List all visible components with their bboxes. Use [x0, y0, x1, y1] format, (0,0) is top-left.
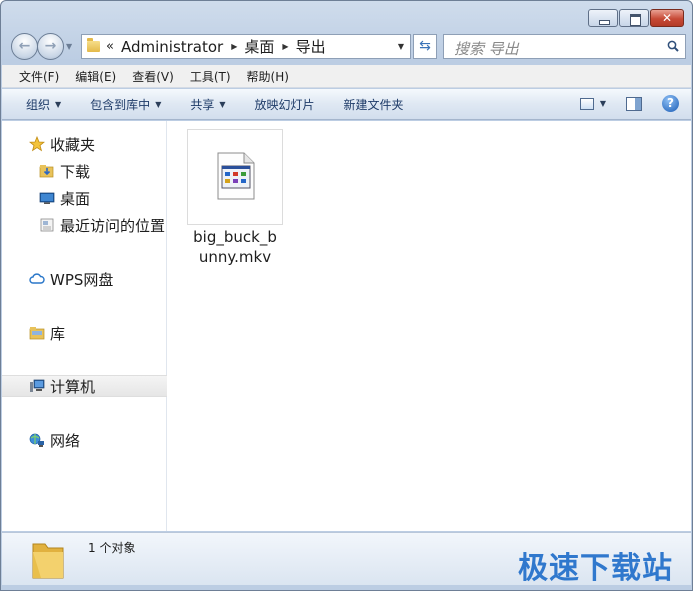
forward-button[interactable]: →: [37, 33, 64, 60]
maximize-button[interactable]: [619, 9, 649, 27]
chevron-down-icon: ▼: [55, 99, 62, 109]
star-icon: [29, 136, 45, 152]
share-label: 共享: [190, 97, 215, 112]
media-file-icon: [217, 152, 255, 200]
new-folder-button[interactable]: 新建文件夹: [344, 96, 404, 113]
navigation-pane: 收藏夹 下载 桌面 最近访问的位置 WPS网盘 库 计算机 网络: [2, 121, 167, 531]
nav-network-label: 网络: [50, 431, 81, 450]
breadcrumb-separator-icon[interactable]: ▶: [231, 42, 237, 51]
chevron-down-icon: ▼: [219, 99, 226, 109]
slideshow-label: 放映幻灯片: [254, 97, 315, 112]
nav-desktop[interactable]: 桌面: [2, 187, 167, 209]
file-name[interactable]: big_buck_b unny.mkv: [170, 227, 300, 267]
include-library-button[interactable]: 包含到库中 ▼: [90, 96, 161, 113]
menu-bar: 文件(F) 编辑(E) 查看(V) 工具(T) 帮助(H): [2, 65, 691, 88]
status-item-count: 1 个对象: [88, 541, 136, 555]
breadcrumb-export[interactable]: 导出: [296, 36, 326, 57]
computer-icon: [30, 379, 45, 392]
nav-computer-label: 计算机: [50, 377, 96, 396]
desktop-icon: [39, 192, 55, 204]
search-input[interactable]: 搜索 导出: [454, 38, 519, 59]
menu-tools[interactable]: 工具(T): [182, 68, 239, 85]
organize-label: 组织: [26, 97, 51, 112]
nav-downloads[interactable]: 下载: [2, 160, 167, 182]
preview-pane-icon[interactable]: [626, 96, 642, 111]
address-bar[interactable]: « Administrator ▶ 桌面 ▶ 导出 ▼: [81, 34, 411, 59]
folder-icon: [87, 38, 100, 52]
address-overflow[interactable]: «: [106, 39, 114, 54]
content-area: 收藏夹 下载 桌面 最近访问的位置 WPS网盘 库 计算机 网络 big_buc…: [2, 121, 691, 531]
back-button[interactable]: ←: [11, 33, 38, 60]
breadcrumb-administrator[interactable]: Administrator: [121, 38, 223, 56]
new-folder-label: 新建文件夹: [343, 97, 404, 112]
menu-view[interactable]: 查看(V): [124, 68, 182, 85]
breadcrumb-desktop[interactable]: 桌面: [244, 36, 274, 57]
nav-wps-label: WPS网盘: [50, 270, 114, 289]
refresh-icon: ⇆: [419, 38, 431, 54]
view-controls: ▼ ?: [579, 95, 679, 112]
nav-desktop-label: 桌面: [60, 189, 91, 208]
menu-file[interactable]: 文件(F): [2, 68, 67, 85]
nav-network[interactable]: 网络: [2, 429, 167, 451]
minimize-button[interactable]: [588, 9, 618, 27]
slideshow-button[interactable]: 放映幻灯片: [255, 96, 315, 113]
nav-libraries[interactable]: 库: [2, 322, 167, 344]
search-box[interactable]: 搜索 导出: [443, 34, 686, 59]
menu-help[interactable]: 帮助(H): [239, 68, 297, 85]
help-icon[interactable]: ?: [662, 95, 679, 112]
file-item[interactable]: [187, 129, 283, 225]
explorer-window: ← → ▼ « Administrator ▶ 桌面 ▶ 导出 ▼ ⇆ 搜索 导…: [0, 0, 693, 591]
nav-libraries-label: 库: [50, 324, 66, 343]
refresh-button[interactable]: ⇆: [413, 34, 437, 59]
view-dropdown-icon[interactable]: ▼: [600, 99, 606, 108]
menu-edit[interactable]: 编辑(E): [67, 68, 124, 85]
file-name-line-2: unny.mkv: [198, 248, 272, 266]
cloud-icon: [29, 273, 45, 284]
status-bar: 1 个对象 极速下载站: [2, 532, 691, 586]
search-icon[interactable]: [667, 40, 679, 52]
nav-computer[interactable]: 计算机: [2, 375, 167, 397]
change-view-icon[interactable]: [579, 97, 594, 110]
downloads-folder-icon: [39, 165, 54, 178]
watermark-logo: 极速下载站: [518, 551, 673, 586]
nav-recent-label: 最近访问的位置: [60, 216, 166, 235]
caption-buttons: [587, 9, 684, 27]
nav-recent[interactable]: 最近访问的位置: [2, 214, 167, 236]
folder-icon: [32, 543, 64, 579]
command-bar: 组织 ▼ 包含到库中 ▼ 共享 ▼ 放映幻灯片 新建文件夹 ▼ ?: [2, 89, 691, 120]
nav-favorites[interactable]: 收藏夹: [2, 133, 167, 155]
network-icon: [29, 433, 44, 447]
nav-downloads-label: 下载: [60, 162, 91, 181]
organize-button[interactable]: 组织 ▼: [26, 96, 61, 113]
share-button[interactable]: 共享 ▼: [190, 96, 225, 113]
include-library-label: 包含到库中: [90, 97, 151, 112]
file-name-line-1: big_buck_b: [193, 228, 277, 246]
breadcrumb-separator-icon[interactable]: ▶: [282, 42, 288, 51]
nav-wps-cloud[interactable]: WPS网盘: [2, 268, 167, 290]
file-list: big_buck_b unny.mkv: [168, 121, 691, 531]
address-dropdown-icon[interactable]: ▼: [398, 42, 404, 51]
close-button[interactable]: [650, 9, 684, 27]
recent-pages-dropdown[interactable]: ▼: [66, 42, 72, 51]
nav-favorites-label: 收藏夹: [50, 135, 96, 154]
library-icon: [29, 327, 45, 340]
navigation-buttons: ← → ▼: [11, 33, 72, 60]
chevron-down-icon: ▼: [155, 99, 162, 109]
recent-places-icon: [40, 218, 54, 232]
